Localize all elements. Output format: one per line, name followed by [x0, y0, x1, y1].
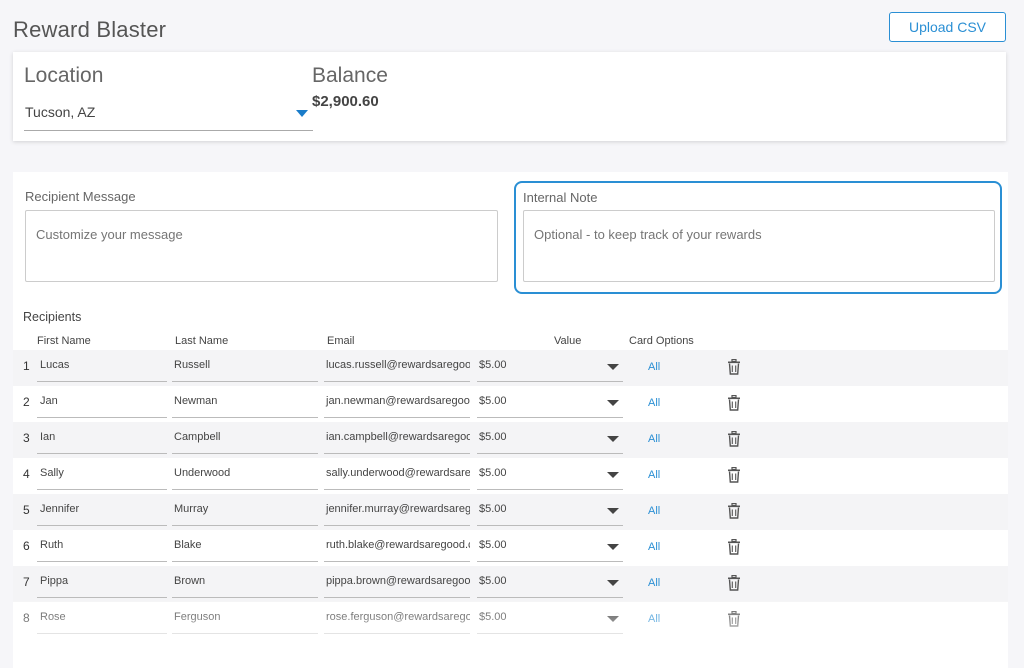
trash-icon[interactable]	[727, 466, 741, 483]
email-field[interactable]: pippa.brown@rewardsaregood.com	[324, 571, 470, 598]
last-name-field[interactable]: Ferguson	[172, 607, 318, 634]
trash-icon[interactable]	[727, 502, 741, 519]
value-select[interactable]: $5.00	[477, 391, 623, 418]
email-field[interactable]: jennifer.murray@rewardsaregood.com	[324, 499, 470, 526]
caret-down-icon[interactable]	[607, 400, 619, 406]
row-number: 7	[23, 575, 30, 589]
row-number: 4	[23, 467, 30, 481]
first-name-field[interactable]: Jan	[37, 391, 167, 418]
card-options-link[interactable]: All	[648, 433, 660, 445]
recipients-table: 1 LucasRusselllucas.russell@rewardsaregoo…	[13, 350, 1008, 638]
value-select[interactable]: $5.00	[477, 607, 623, 634]
location-value: Tucson, AZ	[25, 104, 96, 120]
trash-icon[interactable]	[727, 358, 741, 375]
column-header-first-name: First Name	[37, 335, 91, 347]
internal-note-input[interactable]	[523, 210, 995, 282]
upload-csv-button[interactable]: Upload CSV	[889, 12, 1006, 42]
last-name-field[interactable]: Russell	[172, 355, 318, 382]
caret-down-icon[interactable]	[607, 580, 619, 586]
first-name-field[interactable]: Ian	[37, 427, 167, 454]
caret-down-icon[interactable]	[607, 436, 619, 442]
last-name-field[interactable]: Blake	[172, 535, 318, 562]
internal-note-label: Internal Note	[523, 190, 598, 205]
trash-icon[interactable]	[727, 610, 741, 627]
first-name-field[interactable]: Jennifer	[37, 499, 167, 526]
recipients-label: Recipients	[23, 310, 82, 324]
table-row: 5 Jennifer Murray jennifer.murray@rewardsar…	[13, 494, 1008, 530]
location-label: Location	[24, 64, 104, 87]
table-row: 3 IanCampbellian.campbell@rewardsaregood.…	[13, 422, 1008, 458]
trash-icon[interactable]	[727, 394, 741, 411]
email-field[interactable]: rose.ferguson@rewardsaregood.com	[324, 607, 470, 634]
recipient-message-label: Recipient Message	[25, 189, 136, 204]
row-number: 8	[23, 611, 30, 625]
table-row: 1 LucasRusselllucas.russell@rewardsaregoo…	[13, 350, 1008, 386]
first-name-field[interactable]: Pippa	[37, 571, 167, 598]
value-select[interactable]: $5.00	[477, 571, 623, 598]
email-field[interactable]: ian.campbell@rewardsaregood.com	[324, 427, 470, 454]
card-options-link[interactable]: All	[648, 577, 660, 589]
card-options-link[interactable]: All	[648, 469, 660, 481]
last-name-field[interactable]: Campbell	[172, 427, 318, 454]
caret-down-icon[interactable]	[296, 110, 308, 117]
row-number: 1	[23, 359, 30, 373]
recipient-message-input[interactable]	[25, 210, 498, 282]
balance-label: Balance	[312, 64, 388, 87]
caret-down-icon[interactable]	[607, 364, 619, 370]
card-options-link[interactable]: All	[648, 541, 660, 553]
location-balance-card: Location Tucson, AZ Balance $2,900.60	[13, 52, 1006, 141]
table-row: 4 Sally Underwood sally.underwood@rewardsar…	[13, 458, 1008, 494]
table-row: 7 PippaBrownpippa.brown@rewardsaregood.co…	[13, 566, 1008, 602]
card-options-link[interactable]: All	[648, 505, 660, 517]
email-field[interactable]: sally.underwood@rewardsaregood.com	[324, 463, 470, 490]
balance-value: $2,900.60	[312, 93, 379, 110]
table-row: 8 RoseFergusonrose.ferguson@rewardsaregoo…	[13, 602, 1008, 638]
row-number: 6	[23, 539, 30, 553]
email-field[interactable]: lucas.russell@rewardsaregood.com	[324, 355, 470, 382]
last-name-field[interactable]: Newman	[172, 391, 318, 418]
caret-down-icon[interactable]	[607, 544, 619, 550]
row-number: 2	[23, 395, 30, 409]
value-select[interactable]: $5.00	[477, 427, 623, 454]
trash-icon[interactable]	[727, 430, 741, 447]
column-header-card-options: Card Options	[629, 335, 694, 347]
card-options-link[interactable]: All	[648, 397, 660, 409]
value-select[interactable]: $5.00	[477, 463, 623, 490]
value-select[interactable]: $5.00	[477, 499, 623, 526]
column-header-value: Value	[554, 335, 582, 347]
trash-icon[interactable]	[727, 574, 741, 591]
app-title: Reward Blaster	[13, 17, 167, 42]
column-header-last-name: Last Name	[175, 335, 229, 347]
value-select[interactable]: $5.00	[477, 355, 623, 382]
email-field[interactable]: ruth.blake@rewardsaregood.com	[324, 535, 470, 562]
table-row: 6 RuthBlakeruth.blake@rewardsaregood.com $…	[13, 530, 1008, 566]
caret-down-icon[interactable]	[607, 616, 619, 622]
card-options-link[interactable]: All	[648, 613, 660, 625]
caret-down-icon[interactable]	[607, 472, 619, 478]
last-name-field[interactable]: Brown	[172, 571, 318, 598]
last-name-field[interactable]: Underwood	[172, 463, 318, 490]
location-select[interactable]: Tucson, AZ	[24, 100, 313, 131]
caret-down-icon[interactable]	[607, 508, 619, 514]
last-name-field[interactable]: Murray	[172, 499, 318, 526]
first-name-field[interactable]: Sally	[37, 463, 167, 490]
value-select[interactable]: $5.00	[477, 535, 623, 562]
row-number: 3	[23, 431, 30, 445]
card-options-link[interactable]: All	[648, 361, 660, 373]
first-name-field[interactable]: Ruth	[37, 535, 167, 562]
column-header-email: Email	[327, 335, 355, 347]
internal-note-group: Internal Note	[514, 181, 1002, 294]
row-number: 5	[23, 503, 30, 517]
trash-icon[interactable]	[727, 538, 741, 555]
table-row: 2 JanNewmanjan.newman@rewardsaregood.com $…	[13, 386, 1008, 422]
first-name-field[interactable]: Rose	[37, 607, 167, 634]
email-field[interactable]: jan.newman@rewardsaregood.com	[324, 391, 470, 418]
reward-form: Recipient Message Internal Note Recipien…	[13, 172, 1008, 668]
first-name-field[interactable]: Lucas	[37, 355, 167, 382]
